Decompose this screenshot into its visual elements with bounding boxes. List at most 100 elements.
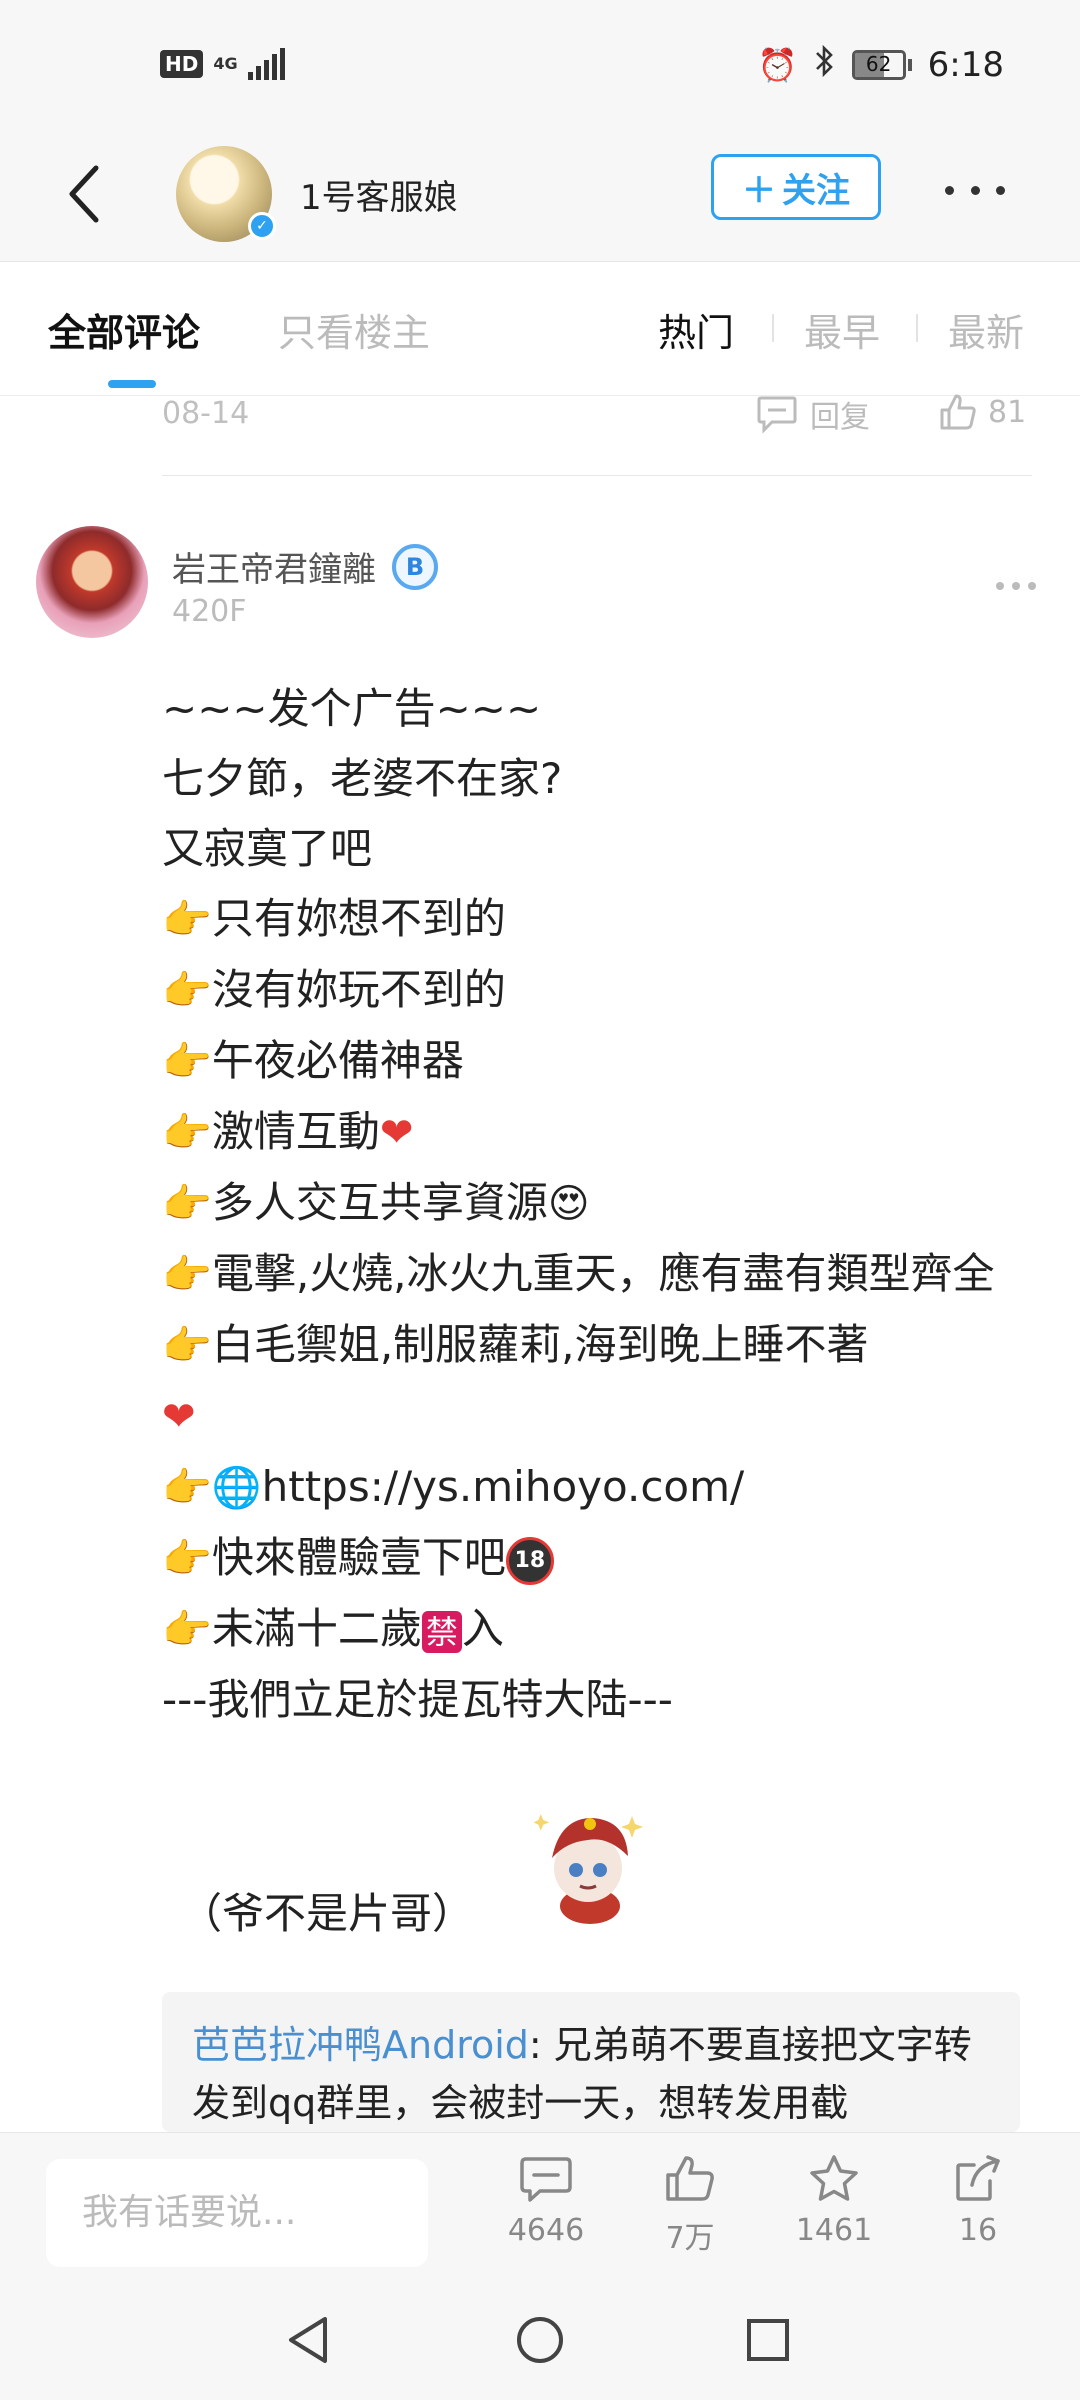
like-count: 81 xyxy=(988,394,1027,430)
verified-icon: ✓ xyxy=(248,212,276,240)
alarm-icon: ⏰ xyxy=(757,46,798,84)
system-nav-bar xyxy=(0,2280,1080,2400)
author-avatar[interactable]: ✓ xyxy=(176,146,276,242)
comment-more-button[interactable] xyxy=(996,582,1036,592)
post-header: ✓ 1号客服娘 ＋ 关注 xyxy=(0,130,1080,262)
pointing-hand-icon: 👉 xyxy=(162,1039,212,1085)
divider xyxy=(162,475,1032,476)
favorite-count: 1461 xyxy=(795,2213,873,2248)
comment-line: 👉白毛禦姐,制服蘿莉,海到晚上睡不著 ❤ xyxy=(162,1310,1022,1452)
klee-sticker xyxy=(530,1796,650,1926)
signal-icon xyxy=(247,48,285,80)
comment-line: 七夕節，老婆不在家? xyxy=(162,754,563,803)
thumbs-up-icon xyxy=(666,2156,714,2201)
author-name[interactable]: 1号客服娘 xyxy=(300,170,458,219)
sort-earliest[interactable]: 最早 xyxy=(804,302,880,357)
comment-line: ~~~发个广告~~~ xyxy=(162,684,542,733)
star-icon xyxy=(810,2155,858,2201)
pointing-hand-icon: 👉 xyxy=(162,1465,212,1511)
floor-number: 420F xyxy=(172,594,247,629)
thumbs-up-icon xyxy=(940,394,976,430)
pointing-hand-icon: 👉 xyxy=(162,1607,212,1653)
comment-line: ---我們立足於提瓦特大陆--- xyxy=(162,1675,673,1724)
plus-icon: ＋ xyxy=(742,170,776,211)
comment-line: 👉🌐https://ys.mihoyo.com/ xyxy=(162,1452,1022,1523)
hd-icon: HD xyxy=(160,50,204,78)
reply-icon xyxy=(757,396,797,434)
reply-preview[interactable]: 芭芭拉冲鸭Android: 兄弟萌不要直接把文字转发到qq群里，会被封一天，想转… xyxy=(162,1992,1020,2132)
dot-icon xyxy=(970,185,980,195)
link[interactable]: https://ys.mihoyo.com/ xyxy=(262,1462,745,1511)
status-left: HD 4G xyxy=(160,48,285,80)
sort-hot[interactable]: 热门 xyxy=(658,302,734,357)
prohibited-icon: 禁 xyxy=(421,1610,462,1653)
comment-count: 4646 xyxy=(507,2213,585,2248)
circle-home-icon xyxy=(517,2317,563,2363)
bluetooth-icon xyxy=(814,44,836,86)
like-post-count: 7万 xyxy=(665,2221,715,2256)
more-options-button[interactable] xyxy=(945,170,1005,210)
like-post-button[interactable]: 7万 xyxy=(630,2153,750,2257)
favorite-button[interactable]: 1461 xyxy=(774,2153,894,2248)
clock: 6:18 xyxy=(927,45,1004,85)
comment-body: ~~~发个广告~~~ 七夕節，老婆不在家? 又寂寞了吧 👉只有妳想不到的 👉沒有… xyxy=(162,674,1022,1735)
pointing-hand-icon: 👉 xyxy=(162,897,212,943)
square-recents-icon xyxy=(747,2319,789,2361)
nav-back-button[interactable] xyxy=(272,2304,344,2376)
comment-button[interactable]: 4646 xyxy=(486,2153,606,2248)
comment-line: 👉午夜必備神器 xyxy=(162,1026,1022,1097)
commenter-avatar[interactable] xyxy=(36,526,148,638)
back-button[interactable] xyxy=(44,154,124,234)
level-badge-icon: B xyxy=(392,543,438,590)
share-icon xyxy=(956,2155,1000,2201)
heart-icon: ❤ xyxy=(162,1394,196,1440)
triangle-back-icon xyxy=(289,2317,327,2363)
pointing-hand-icon: 👉 xyxy=(162,1323,212,1369)
battery-level: 62 xyxy=(865,52,892,76)
comment-line: 👉電擊,火燒,冰火九重天，應有盡有類型齊全 xyxy=(162,1239,1022,1310)
follow-label: 关注 xyxy=(782,170,850,211)
status-bar: HD 4G ⏰ 62 6:18 xyxy=(0,0,1080,130)
share-count: 16 xyxy=(958,2213,998,2248)
commenter-name[interactable]: 岩王帝君鐘離 xyxy=(172,542,376,591)
previous-comment-footer: 08-14 回复 81 xyxy=(0,394,1080,476)
comment-line: 👉快來體驗壹下吧 18 xyxy=(162,1523,1022,1594)
back-arrow-icon xyxy=(69,165,99,223)
heart-eyes-icon: 😍 xyxy=(547,1181,590,1227)
comment-date: 08-14 xyxy=(162,396,250,431)
commenter-name-row: 岩王帝君鐘離 B xyxy=(172,542,438,591)
comment-line: 👉只有妳想不到的 xyxy=(162,884,1022,955)
no-under-18-icon: 18 xyxy=(505,1536,554,1585)
follow-button[interactable]: ＋ 关注 xyxy=(711,154,881,220)
tab-owner-only[interactable]: 只看楼主 xyxy=(278,302,430,357)
nav-recents-button[interactable] xyxy=(732,2304,804,2376)
bottom-action-bar: 我有话要说... 4646 7万 1461 16 xyxy=(0,2132,1080,2280)
comment-line: 👉激情互動❤ xyxy=(162,1097,1022,1168)
sort-divider xyxy=(916,314,918,342)
comment-input[interactable]: 我有话要说... xyxy=(46,2159,428,2267)
comment-tabs: 全部评论 只看楼主 热门 最早 最新 xyxy=(0,262,1080,396)
globe-icon: 🌐 xyxy=(211,1465,262,1511)
nav-home-button[interactable] xyxy=(504,2304,576,2376)
dot-icon xyxy=(945,185,954,195)
comment-line: 👉未滿十二歲 禁入 xyxy=(162,1594,1022,1665)
sort-divider xyxy=(772,314,774,342)
reply-label: 回复 xyxy=(810,400,870,435)
status-right: ⏰ 62 6:18 xyxy=(758,44,1004,86)
share-button[interactable]: 16 xyxy=(918,2153,1038,2248)
sort-newest[interactable]: 最新 xyxy=(948,302,1024,357)
heart-icon: ❤ xyxy=(379,1110,414,1156)
battery-icon: 62 xyxy=(851,50,912,80)
comment-line: 又寂寞了吧 xyxy=(162,824,373,873)
tab-indicator xyxy=(108,380,156,388)
sticker-caption: （爷不是片哥） xyxy=(180,1889,475,1938)
reply-button[interactable]: 回复 xyxy=(756,392,870,436)
pointing-hand-icon: 👉 xyxy=(162,968,212,1014)
comment-line: 👉沒有妳玩不到的 xyxy=(162,955,1022,1026)
like-button[interactable]: 81 xyxy=(938,392,1026,432)
comment-line: 👉多人交互共享資源😍 xyxy=(162,1168,1022,1239)
comment-icon xyxy=(520,2157,572,2202)
tab-all-comments[interactable]: 全部评论 xyxy=(48,302,200,357)
reply-username[interactable]: 芭芭拉冲鸭Android xyxy=(192,2023,529,2067)
pointing-hand-icon: 👉 xyxy=(162,1536,212,1582)
